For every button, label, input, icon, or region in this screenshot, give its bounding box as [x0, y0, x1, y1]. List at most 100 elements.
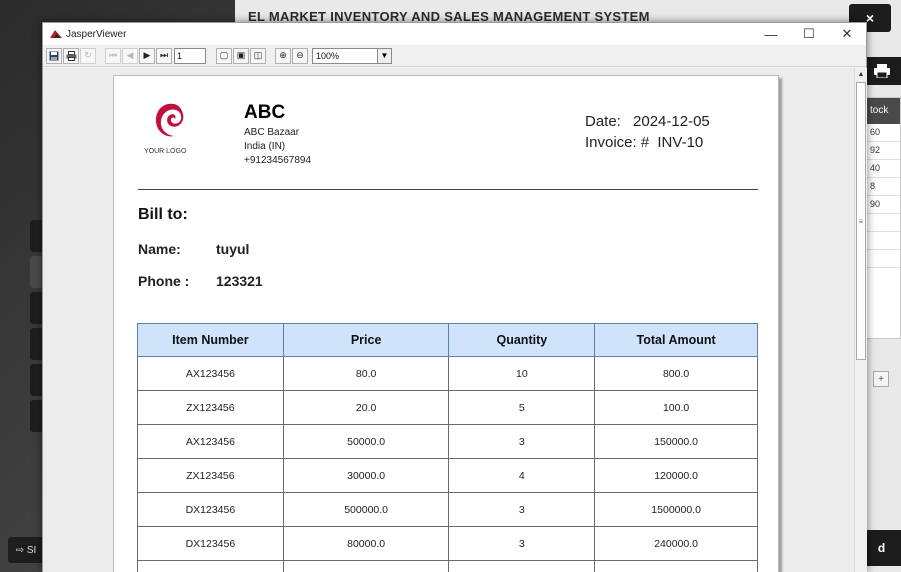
- company-phone: +91234567894: [244, 155, 312, 166]
- stock-cell[interactable]: 8: [867, 178, 900, 196]
- invoice-items-table: Item Number Price Quantity Total Amount …: [137, 323, 758, 572]
- total-amount-cell: 1296.0: [594, 560, 758, 572]
- price-cell: 500000.0: [282, 492, 450, 527]
- item-number-cell: AX123456: [137, 356, 284, 391]
- item-number-cell: DX123456: [137, 492, 284, 527]
- quantity-cell: 5: [448, 390, 596, 425]
- stock-cell[interactable]: 92: [867, 142, 900, 160]
- actual-size-icon[interactable]: ▢: [216, 47, 232, 64]
- date-label: Date:: [585, 113, 621, 130]
- page-number-input[interactable]: 1: [174, 47, 206, 64]
- phone-label: Phone :: [138, 273, 190, 289]
- invoice-row: Invoice: # INV-10: [585, 132, 710, 153]
- item-number-cell: DX123456: [137, 526, 284, 561]
- viewer-toolbar: ↻ ⏮ ◀ ▶ ⏭ 1 ▢ ▣ ◫ ⊕ ⊖ 100% ▼: [43, 45, 866, 67]
- table-row: ZX123456 30000.0 4 120000.0: [137, 458, 758, 493]
- scroll-up-icon[interactable]: ▲: [855, 68, 867, 80]
- background-stock-table: tock 60 92 40 8 90: [866, 97, 901, 339]
- total-amount-cell: 1500000.0: [594, 492, 758, 527]
- company-country: India (IN): [244, 141, 286, 152]
- zoom-value: 100%: [316, 50, 340, 61]
- total-amount-cell: 800.0: [594, 356, 758, 391]
- table-row: DX123456 500000.0 3 1500000.0: [137, 492, 758, 527]
- viewer-titlebar[interactable]: JasperViewer — ☐ ✕: [43, 23, 866, 45]
- minimize-button[interactable]: —: [752, 23, 790, 45]
- table-row: DX123456 80000.0 3 240000.0: [137, 526, 758, 561]
- table-row: DX123456324.041296.0: [137, 560, 758, 572]
- quantity-cell: 4: [448, 458, 596, 493]
- print-icon[interactable]: [862, 57, 901, 85]
- column-header-price: Price: [282, 323, 450, 357]
- logo-text: YOUR LOGO: [144, 148, 187, 155]
- stock-cell[interactable]: 60: [867, 124, 900, 142]
- zoom-out-icon[interactable]: ⊖: [292, 47, 308, 64]
- next-page-icon[interactable]: ▶: [139, 47, 155, 64]
- price-cell: 50000.0: [282, 424, 450, 459]
- debian-swirl-icon: [155, 103, 184, 137]
- name-value: tuyul: [216, 241, 250, 257]
- customer-name-row: Name: tuyul: [138, 241, 249, 257]
- item-number-cell: ZX123456: [137, 390, 284, 425]
- column-header-quantity: Quantity: [448, 323, 596, 357]
- previous-page-icon[interactable]: ◀: [122, 47, 138, 64]
- total-amount-cell: 100.0: [594, 390, 758, 425]
- header-divider: [138, 189, 758, 190]
- column-header-total-amount: Total Amount: [594, 323, 758, 357]
- stock-cell-empty[interactable]: [867, 232, 900, 250]
- fit-width-icon[interactable]: ◫: [250, 47, 266, 64]
- fit-page-icon[interactable]: ▣: [233, 47, 249, 64]
- reload-icon[interactable]: ↻: [80, 47, 96, 64]
- stock-cell[interactable]: 40: [867, 160, 900, 178]
- bill-to-heading: Bill to:: [138, 206, 188, 223]
- quantity-cell: 10: [448, 356, 596, 391]
- date-value: 2024-12-05: [633, 113, 710, 130]
- print-icon[interactable]: [63, 47, 79, 64]
- table-row: ZX123456 20.0 5 100.0: [137, 390, 758, 425]
- price-cell: 80000.0: [282, 526, 450, 561]
- quantity-cell: 3: [448, 424, 596, 459]
- stock-cell-empty[interactable]: [867, 250, 900, 268]
- zoom-select[interactable]: 100% ▼: [312, 47, 392, 64]
- table-body: AX123456 80.0 10 800.0 ZX123456 20.0 5 100.0 AX1…: [137, 356, 758, 572]
- background-plus-button[interactable]: +: [873, 371, 889, 387]
- chevron-down-icon[interactable]: ▼: [377, 48, 391, 63]
- company-address: ABC Bazaar: [244, 127, 300, 138]
- total-amount-cell: 150000.0: [594, 424, 758, 459]
- item-number-cell: AX123456: [137, 424, 284, 459]
- table-header-row: Item Number Price Quantity Total Amount: [137, 323, 758, 357]
- stock-column-header: tock: [867, 98, 900, 124]
- zoom-in-icon[interactable]: ⊕: [275, 47, 291, 64]
- price-cell: 30000.0: [282, 458, 450, 493]
- window-controls: — ☐ ✕: [752, 23, 866, 45]
- vertical-scrollbar[interactable]: ▲ ≡: [854, 68, 867, 572]
- maximize-button[interactable]: ☐: [790, 23, 828, 45]
- sign-out-button[interactable]: ⇨ SI: [8, 537, 44, 563]
- invoice-value: INV-10: [657, 134, 704, 151]
- item-number-cell: DX123456: [137, 560, 284, 572]
- price-cell: 80.0: [282, 356, 450, 391]
- invoice-meta: Date: 2024-12-05 Invoice: # INV-10: [585, 111, 710, 153]
- invoice-label: Invoice: #: [585, 134, 650, 151]
- scrollbar-thumb[interactable]: ≡: [856, 82, 866, 360]
- table-row: AX123456 50000.0 3 150000.0: [137, 424, 758, 459]
- company-name: ABC: [244, 102, 286, 123]
- total-amount-cell: 240000.0: [594, 526, 758, 561]
- last-page-icon[interactable]: ⏭: [156, 47, 172, 64]
- jasper-app-icon: [50, 30, 62, 38]
- date-row: Date: 2024-12-05: [585, 111, 710, 132]
- total-amount-cell: 120000.0: [594, 458, 758, 493]
- stock-cell[interactable]: 90: [867, 196, 900, 214]
- table-row: AX123456 80.0 10 800.0: [137, 356, 758, 391]
- report-canvas: YOUR LOGO ABC ABC Bazaar India (IN) +912…: [43, 68, 854, 572]
- close-button[interactable]: ✕: [828, 23, 866, 45]
- price-cell: 324.0: [282, 560, 450, 572]
- viewer-title: JasperViewer: [66, 28, 127, 40]
- column-header-item-number: Item Number: [137, 323, 284, 357]
- report-page: YOUR LOGO ABC ABC Bazaar India (IN) +912…: [113, 75, 779, 572]
- company-logo: YOUR LOGO: [144, 98, 204, 155]
- customer-phone-row: Phone : 123321: [138, 273, 263, 289]
- background-action-button[interactable]: d: [862, 530, 901, 566]
- first-page-icon[interactable]: ⏮: [105, 47, 121, 64]
- stock-cell-empty[interactable]: [867, 214, 900, 232]
- save-icon[interactable]: [46, 47, 62, 64]
